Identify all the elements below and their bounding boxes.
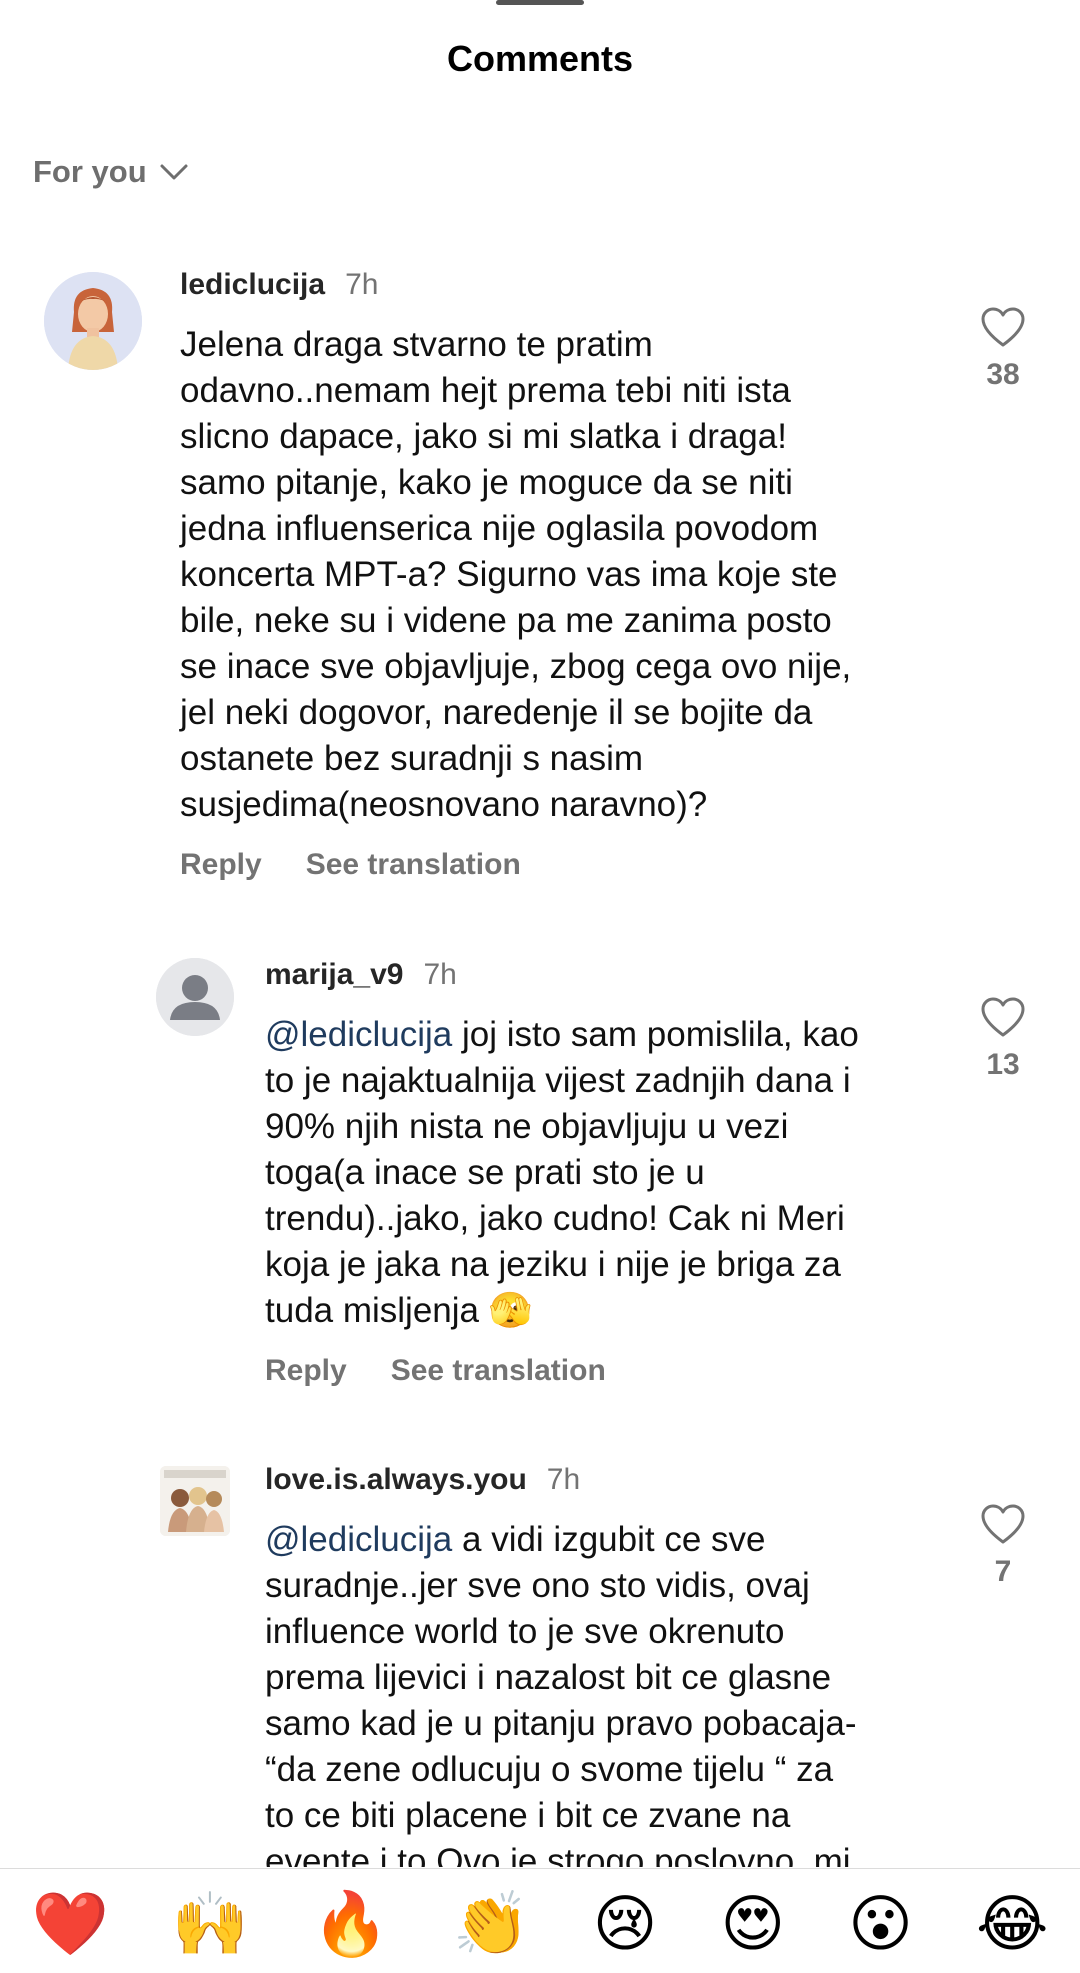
chevron-down-icon: [160, 164, 188, 180]
heart-outline-icon[interactable]: [980, 306, 1026, 348]
avatar[interactable]: [156, 958, 234, 1036]
laughing-emoji-button[interactable]: 😂: [976, 1893, 1048, 1955]
comment-username[interactable]: love.is.always.you: [265, 1463, 527, 1497]
avatar-illustration-icon: [44, 272, 142, 370]
surprised-emoji-button[interactable]: 😮: [848, 1893, 913, 1955]
like-control: 38: [965, 306, 1041, 392]
sheet-title: Comments: [446, 38, 634, 79]
reply-button[interactable]: Reply: [180, 848, 262, 882]
crying-emoji-button[interactable]: 😢: [593, 1893, 658, 1955]
comment-username[interactable]: marija_v9: [265, 958, 403, 992]
heart-eyes-emoji-button[interactable]: 😍: [720, 1893, 785, 1955]
see-translation-button[interactable]: See translation: [391, 1354, 606, 1388]
heart-outline-icon[interactable]: [980, 996, 1026, 1038]
heart-outline-icon[interactable]: [980, 1503, 1026, 1545]
comment-text: Jelena draga stvarno te pratim odavno..n…: [180, 325, 852, 824]
heart-emoji-button[interactable]: ❤️: [32, 1893, 109, 1955]
comments-sheet: Comments For you lediclucija 7h Jelena d…: [0, 0, 1080, 1973]
reply-button[interactable]: Reply: [265, 1354, 347, 1388]
avatar-photo-icon: [160, 1466, 230, 1536]
comment-text: @lediclucija a vidi izgubit ce sve surad…: [265, 1520, 857, 1867]
comment-username[interactable]: lediclucija: [180, 268, 325, 302]
fire-emoji-button[interactable]: 🔥: [312, 1893, 389, 1955]
like-count: 38: [986, 358, 1020, 391]
avatar[interactable]: [44, 272, 142, 370]
default-avatar-icon: [156, 958, 234, 1036]
filter-label: For you: [33, 154, 147, 189]
comment-text: @lediclucija joj isto sam pomislila, kao…: [265, 1015, 859, 1330]
comment-time: 7h: [423, 958, 457, 991]
comment-mention[interactable]: @lediclucija: [265, 1015, 452, 1054]
see-translation-button[interactable]: See translation: [306, 848, 521, 882]
avatar[interactable]: [160, 1466, 230, 1536]
like-count: 7: [994, 1555, 1012, 1588]
like-count: 13: [986, 1048, 1020, 1081]
clapping-emoji-button[interactable]: 👏: [452, 1893, 529, 1955]
sheet-grabber[interactable]: [496, 0, 584, 5]
like-control: 13: [965, 996, 1041, 1082]
filter-dropdown[interactable]: For you: [33, 154, 189, 190]
comment-time: 7h: [546, 1463, 581, 1496]
comment-mention[interactable]: @lediclucija: [265, 1520, 452, 1559]
emoji-reaction-bar: ❤️ 🙌 🔥 👏 😢 😍 😮 😂: [0, 1868, 1080, 1973]
like-control: 7: [965, 1503, 1041, 1589]
comment-time: 7h: [345, 268, 379, 301]
raised-hands-emoji-button[interactable]: 🙌: [172, 1893, 249, 1955]
